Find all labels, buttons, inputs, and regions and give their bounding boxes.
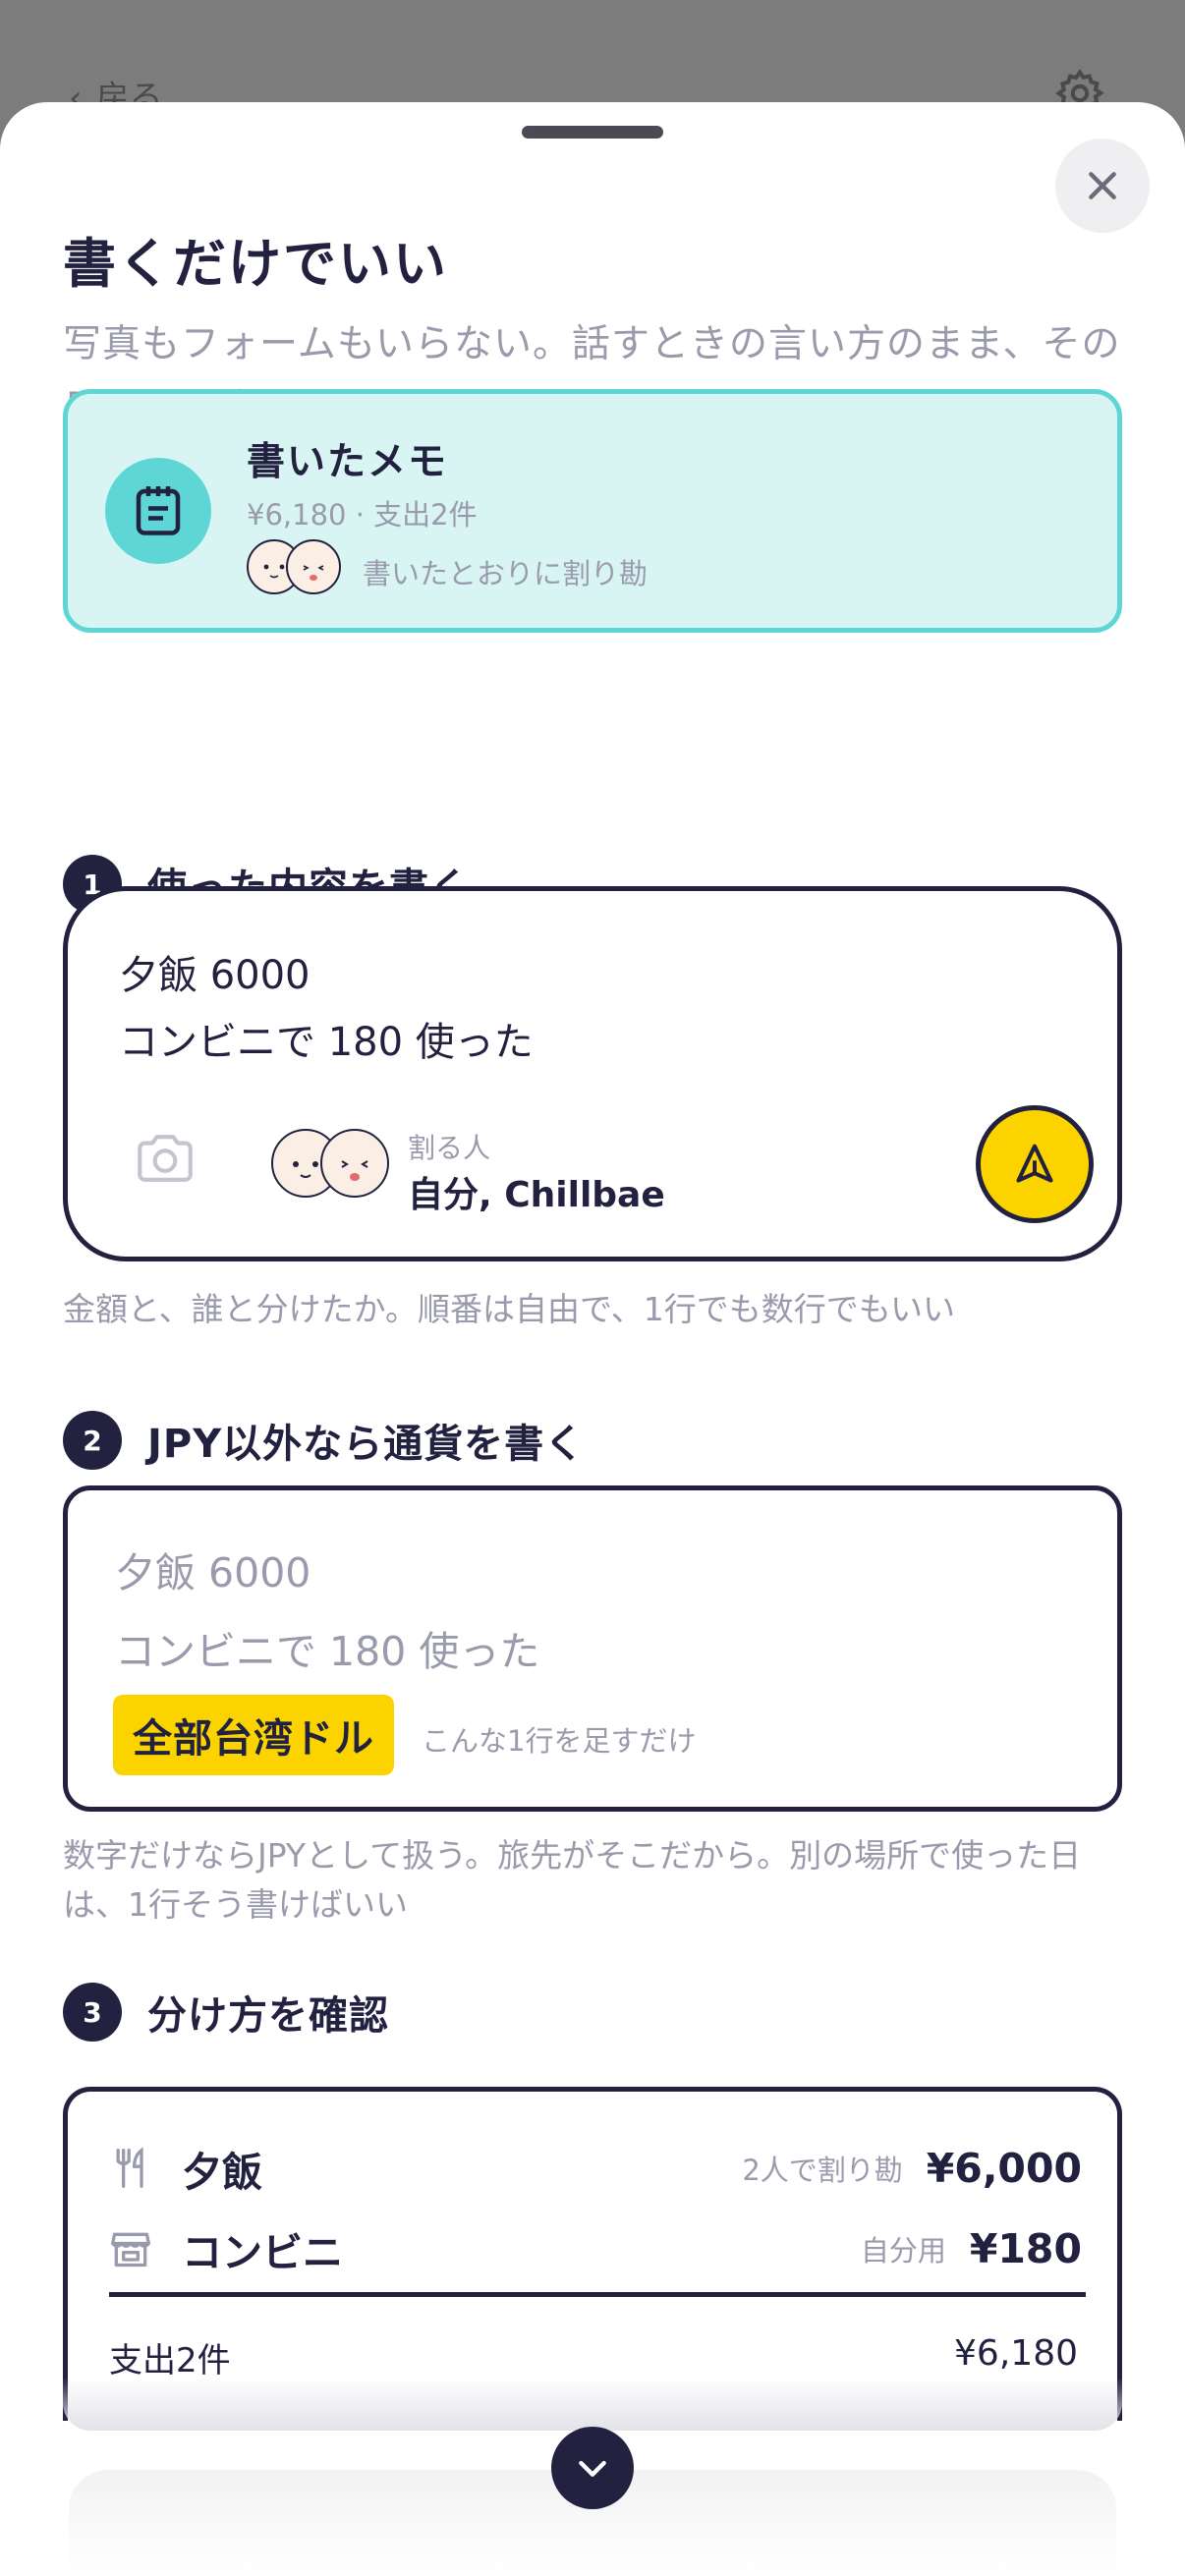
chevron-down-icon <box>579 2460 606 2477</box>
currency-note: こんな1行を足すだけ <box>422 1724 697 1758</box>
summary-row-convenience[interactable]: コンビニ 自分用 ¥180 <box>109 2217 1082 2280</box>
currency-example-text: 夕飯 6000 コンビニで 180 使った <box>115 1534 539 1691</box>
summary-item-note: 自分用 <box>860 2234 946 2268</box>
currency-tag: 全部台湾ドル <box>113 1695 394 1775</box>
memo-card[interactable]: 書いたメモ ¥6,180 · 支出2件 書いたとおりに割り勘 <box>63 389 1122 633</box>
summary-fade <box>63 2378 1122 2431</box>
currency-example-card: 夕飯 6000 コンビニで 180 使った 全部台湾ドル こんな1行を足すだけ <box>63 1485 1122 1812</box>
step-number: 3 <box>63 1983 122 2042</box>
summary-item-note: 2人で割り勘 <box>742 2154 903 2187</box>
summary-item-amount: ¥6,000 <box>926 2145 1082 2192</box>
summary-row-dinner[interactable]: 夕飯 2人で割り勘 ¥6,000 <box>109 2137 1082 2200</box>
send-icon <box>1016 1144 1053 1183</box>
example-line: コンビニで 180 使った <box>115 1628 540 1675</box>
expense-input-card[interactable]: 夕飯 6000 コンビニで 180 使った 割る人 自分, Chillbae <box>63 886 1122 1261</box>
step-2-hint: 数字だけならJPYとして扱う。旅先がそこだから。別の場所で使った日は、1行そう書… <box>63 1836 1082 1924</box>
step-1-hint: 金額と、誰と分けたか。順番は自由で、1行でも数行でもいい <box>63 1290 956 1328</box>
input-line: コンビニで 180 使った <box>119 1020 534 1065</box>
sheet-title: 書くだけでいい <box>63 233 448 295</box>
summary-divider <box>109 2292 1086 2297</box>
notepad-icon <box>136 486 181 535</box>
summary-item-name: コンビニ <box>182 2229 343 2276</box>
fork-knife-icon <box>116 2147 143 2188</box>
memo-split-text: 書いたとおりに割り勘 <box>363 557 649 590</box>
participants-avatars-icon[interactable] <box>270 1125 392 1202</box>
summary-total-label: 支出2件 <box>109 2341 231 2380</box>
expense-text-input[interactable]: 夕飯 6000 コンビニで 180 使った <box>119 942 534 1076</box>
split-caption: 割る人 <box>408 1132 491 1164</box>
scroll-down-button[interactable] <box>551 2427 634 2509</box>
store-icon <box>111 2232 150 2268</box>
step-label: JPY以外なら通貨を書く <box>147 1422 586 1467</box>
memo-summary: ¥6,180 · 支出2件 <box>247 498 478 532</box>
summary-item-amount: ¥180 <box>969 2225 1082 2272</box>
example-line: 夕飯 6000 <box>115 1549 311 1596</box>
step-2-header: 2 JPY以外なら通貨を書く <box>63 1411 585 1470</box>
step-3-header: 3 分け方を確認 <box>63 1983 389 2042</box>
avatars-icon <box>247 539 341 594</box>
camera-icon[interactable] <box>135 1132 196 1185</box>
close-button[interactable] <box>1055 139 1150 233</box>
send-button[interactable] <box>976 1105 1094 1223</box>
close-icon <box>1089 172 1116 199</box>
split-names[interactable]: 自分, Chillbae <box>408 1166 665 1217</box>
memo-title: 書いたメモ <box>247 440 449 484</box>
step-number: 2 <box>63 1411 122 1470</box>
summary-total-amount: ¥6,180 <box>954 2333 1078 2374</box>
step-label: 分け方を確認 <box>147 1993 389 2039</box>
split-summary-card: 夕飯 2人で割り勘 ¥6,000 コンビニ 自分用 ¥180 支出2件 ¥6,1… <box>63 2087 1122 2421</box>
memo-icon-container <box>105 458 211 564</box>
bottom-sheet: 書くだけでいい 写真もフォームもいらない。話すときの言い方のまま、その日の分を書… <box>0 102 1185 2576</box>
summary-item-name: 夕飯 <box>182 2149 262 2196</box>
sheet-grabber[interactable] <box>522 126 663 139</box>
input-line: 夕飯 6000 <box>119 953 310 998</box>
